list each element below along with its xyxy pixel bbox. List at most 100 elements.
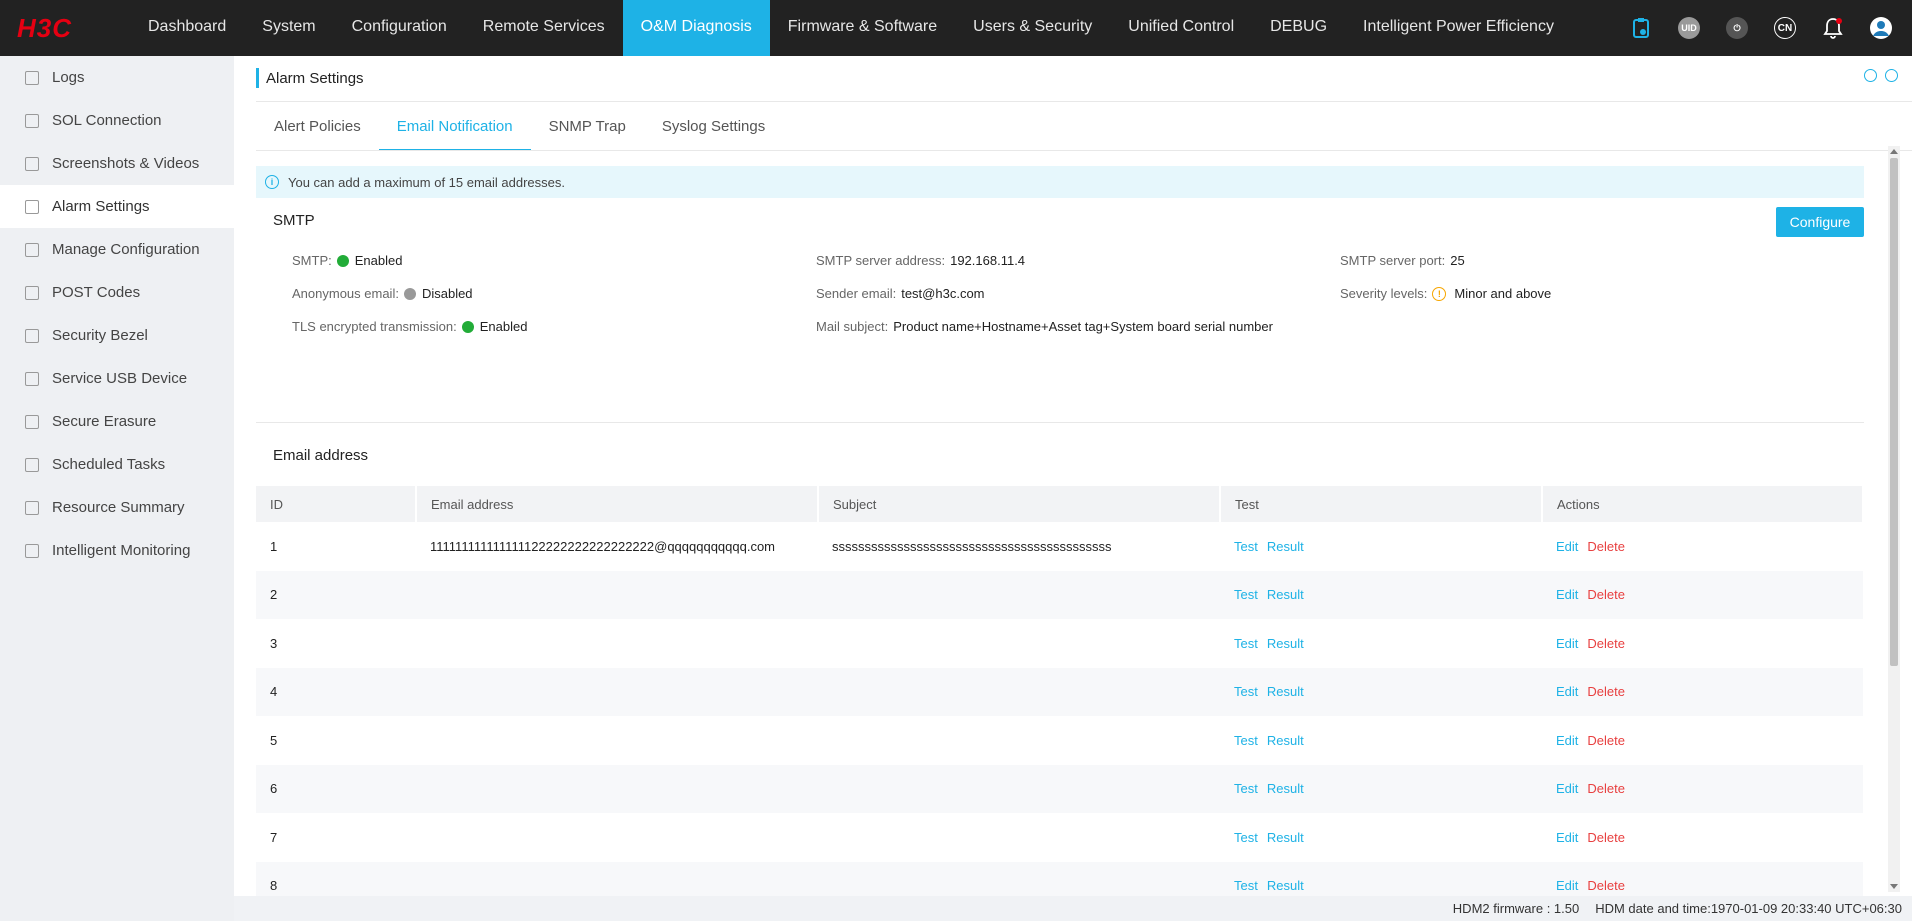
smtp-server-address: SMTP server address: 192.168.11.4 [816,253,1026,268]
uid-icon[interactable]: UID [1675,14,1703,42]
scroll-thumb[interactable] [1890,158,1898,666]
language-icon[interactable]: CN [1771,14,1799,42]
tab-snmp-trap[interactable]: SNMP Trap [531,103,644,151]
sidebar-item-resource-summary[interactable]: Resource Summary [0,486,234,529]
test-link[interactable]: Test [1234,878,1258,893]
test-link[interactable]: Test [1234,781,1258,796]
edit-link[interactable]: Edit [1556,830,1578,845]
clipboard-icon[interactable] [1627,14,1655,42]
h3c-logo[interactable]: H3C [0,13,130,44]
refresh-icon[interactable] [1864,69,1877,82]
email-table: ID Email address Subject Test Actions 11… [256,486,1864,896]
nav-firmware-and-software[interactable]: Firmware & Software [770,0,955,56]
sidebar-item-screenshots-and-videos[interactable]: Screenshots & Videos [0,142,234,185]
row-id: 6 [256,764,416,813]
sidebar-item-logs[interactable]: Logs [0,56,234,99]
main-panel: Alarm Settings Alert Policies Email Notif… [234,56,1912,896]
test-link[interactable]: Test [1234,539,1258,554]
tab-alert-policies[interactable]: Alert Policies [256,103,379,151]
power-icon[interactable]: ⏻ [1723,14,1751,42]
sidebar-item-security-bezel[interactable]: Security Bezel [0,314,234,357]
row-test-cell: Test Result [1220,716,1542,765]
delete-link[interactable]: Delete [1587,684,1625,699]
scroll-up-arrow-icon[interactable] [1890,149,1898,154]
result-link[interactable]: Result [1267,539,1304,554]
scroll-down-arrow-icon[interactable] [1890,884,1898,889]
email-notification-content: i You can add a maximum of 15 email addr… [256,162,1864,896]
usb-icon [25,371,39,386]
row-subject [818,619,1220,668]
delete-link[interactable]: Delete [1587,636,1625,651]
nav-users-and-security[interactable]: Users & Security [955,0,1110,56]
nav-dashboard[interactable]: Dashboard [130,0,244,56]
row-id: 5 [270,732,278,748]
edit-link[interactable]: Edit [1556,733,1578,748]
user-avatar-icon[interactable] [1867,14,1895,42]
delete-link[interactable]: Delete [1587,781,1625,796]
edit-link[interactable]: Edit [1556,684,1578,699]
sidebar-item-service-usb-device[interactable]: Service USB Device [0,357,234,400]
gauge-icon [25,500,39,515]
log-icon [25,70,39,85]
delete-link[interactable]: Delete [1587,830,1625,845]
result-link[interactable]: Result [1267,587,1304,602]
enabled-dot-icon [336,254,349,267]
delete-link[interactable]: Delete [1587,587,1625,602]
test-link[interactable]: Test [1234,636,1258,651]
smtp-server-port: SMTP server port: 25 [1340,253,1465,268]
sidebar-item-label: Resource Summary [52,499,185,516]
row-test-cell: Test Result [1220,764,1542,813]
sidebar-item-secure-erasure[interactable]: Secure Erasure [0,400,234,443]
sidebar-item-alarm-settings[interactable]: Alarm Settings [0,185,234,228]
row-actions-cell: Edit Delete [1542,861,1863,896]
nav-oandm-diagnosis[interactable]: O&M Diagnosis [622,0,770,56]
edit-link[interactable]: Edit [1556,587,1578,602]
result-link[interactable]: Result [1267,781,1304,796]
nav-unified-control[interactable]: Unified Control [1110,0,1252,56]
sidebar-item-post-codes[interactable]: POST Codes [0,271,234,314]
erase-icon [25,414,39,429]
edit-link[interactable]: Edit [1556,636,1578,651]
delete-link[interactable]: Delete [1587,733,1625,748]
sol-icon [25,113,39,128]
bell-icon[interactable] [1819,14,1847,42]
test-link[interactable]: Test [1234,830,1258,845]
nav-remote-services[interactable]: Remote Services [465,0,623,56]
info-notice: i You can add a maximum of 15 email addr… [256,166,1864,198]
result-link[interactable]: Result [1267,830,1304,845]
row-test-cell: Test Result [1220,813,1542,862]
sidebar-item-scheduled-tasks[interactable]: Scheduled Tasks [0,443,234,486]
test-link[interactable]: Test [1234,587,1258,602]
help-icon[interactable] [1885,69,1898,82]
result-link[interactable]: Result [1267,636,1304,651]
tab-syslog-settings[interactable]: Syslog Settings [644,103,783,151]
configure-button[interactable]: Configure [1776,207,1864,237]
delete-link[interactable]: Delete [1587,878,1625,893]
nav-system[interactable]: System [244,0,333,56]
edit-link[interactable]: Edit [1556,878,1578,893]
sidebar-item-intelligent-monitoring[interactable]: Intelligent Monitoring [0,529,234,572]
table-header-row: ID Email address Subject Test Actions [256,486,1864,522]
test-link[interactable]: Test [1234,733,1258,748]
row-test-cell: Test Result [1220,619,1542,668]
result-link[interactable]: Result [1267,684,1304,699]
nav-debug[interactable]: DEBUG [1252,0,1345,56]
content-scrollbar[interactable] [1888,146,1900,892]
column-header-email: Email address [416,486,819,522]
test-link[interactable]: Test [1234,684,1258,699]
tab-email-notification[interactable]: Email Notification [378,103,531,151]
delete-link[interactable]: Delete [1587,539,1625,554]
nav-configuration[interactable]: Configuration [334,0,465,56]
sidebar-item-sol-connection[interactable]: SOL Connection [0,99,234,142]
edit-link[interactable]: Edit [1556,539,1578,554]
row-subject [818,764,1220,813]
nav-intelligent-power-efficiency[interactable]: Intelligent Power Efficiency [1345,0,1572,56]
edit-link[interactable]: Edit [1556,781,1578,796]
row-email [416,667,818,716]
sidebar-item-label: POST Codes [52,284,141,301]
column-header-subject: Subject [818,486,1221,522]
result-link[interactable]: Result [1267,878,1304,893]
row-email [416,716,818,765]
sidebar-item-manage-configuration[interactable]: Manage Configuration [0,228,234,271]
result-link[interactable]: Result [1267,733,1304,748]
